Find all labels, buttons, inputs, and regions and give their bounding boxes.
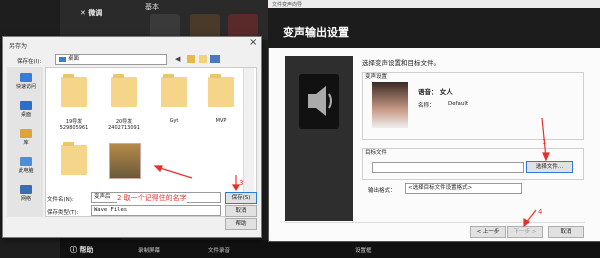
nav-quick-access[interactable]: 快速访问 xyxy=(13,73,39,90)
filetype-select[interactable]: Wave Files xyxy=(91,205,221,216)
file-item-name: 19导发529805961 xyxy=(59,119,89,131)
up-folder-icon[interactable] xyxy=(187,55,195,63)
help-button[interactable]: 帮助 xyxy=(225,218,257,230)
annotation-name-hint: 2 取一个记得住的名字 xyxy=(117,193,187,203)
wizard-header-title: 变声输出设置 xyxy=(283,26,349,39)
name-label: 名称： xyxy=(418,103,435,109)
effect-thumb-1[interactable] xyxy=(150,14,180,38)
folder-icon[interactable] xyxy=(61,74,87,107)
folder-icon[interactable] xyxy=(208,74,234,107)
save-in-label: 保存在(I): xyxy=(17,59,42,65)
next-button[interactable]: 下一步 > xyxy=(507,226,543,238)
voice-row: 语音： 女人 xyxy=(418,88,453,96)
nav-network[interactable]: 网络 xyxy=(13,185,39,202)
speaker-icon xyxy=(299,74,339,129)
network-icon xyxy=(20,185,32,194)
nav-this-pc[interactable]: 此电脑 xyxy=(13,157,39,174)
file-record-button[interactable]: 文件录音 xyxy=(208,246,230,254)
back-nav-icon[interactable]: ◀ xyxy=(175,55,180,63)
wizard-titlebar-text: 文件变声向导 xyxy=(272,2,303,8)
folder-icon[interactable] xyxy=(111,74,137,107)
nav-library[interactable]: 库 xyxy=(13,129,39,146)
select-file-button[interactable]: 选择文件... xyxy=(526,161,573,173)
wizard-side-panel xyxy=(285,56,353,221)
cancel-button[interactable]: 取消 xyxy=(225,205,257,217)
new-folder-icon[interactable] xyxy=(199,55,207,63)
effect-thumb-2[interactable] xyxy=(190,14,220,38)
wizard-subtitle: 选择变声设置和目标文件。 xyxy=(362,59,440,67)
view-menu-icon[interactable] xyxy=(210,55,220,63)
dialog-title: 另存为 xyxy=(9,43,28,50)
library-icon xyxy=(20,129,32,138)
effect-thumb-3[interactable] xyxy=(228,14,258,38)
star-icon xyxy=(20,73,32,82)
wizard-cancel-button[interactable]: 取消 xyxy=(548,226,584,238)
save-as-dialog: 另存为 × 保存在(I): 桌面 ◀ 快速访问 桌面 库 此电脑 网络 19导发… xyxy=(2,36,262,238)
image-folder-icon[interactable] xyxy=(109,143,141,179)
file-item-name: MVP xyxy=(215,118,227,124)
target-file-label: 目标文件 xyxy=(365,150,388,156)
file-item-name: Gyt xyxy=(169,118,179,124)
record-screen-button[interactable]: 录制屏幕 xyxy=(138,246,160,254)
annotation-step-3: 3 xyxy=(239,179,244,187)
nav-desktop[interactable]: 桌面 xyxy=(13,101,39,118)
tab-basic[interactable]: 基本 xyxy=(145,2,159,12)
output-format-select[interactable]: <选择目标文件设置格式> xyxy=(405,183,522,194)
name-value: Default xyxy=(448,101,469,107)
help-menu[interactable]: ⓘ 帮助 xyxy=(70,245,93,255)
settings-frame-button[interactable]: 设置框 xyxy=(355,246,372,254)
target-file-path[interactable] xyxy=(372,162,524,173)
filename-label: 文件名(N): xyxy=(47,197,74,203)
voice-avatar xyxy=(372,82,408,128)
annotation-step-1: 1 xyxy=(542,138,547,146)
footer-divider xyxy=(285,222,585,223)
annotation-step-4: 4 xyxy=(538,208,543,216)
folder-icon[interactable] xyxy=(161,74,187,107)
sidebar-item-tune[interactable]: ✕ 微调 xyxy=(80,8,102,18)
output-format-label: 输出格式： xyxy=(368,188,396,194)
back-button[interactable]: < 上一步 xyxy=(470,226,506,238)
file-item-name: 20导发2402713091 xyxy=(108,119,140,131)
computer-icon xyxy=(20,157,32,166)
save-in-select[interactable]: 桌面 xyxy=(55,54,167,65)
folder-icon[interactable] xyxy=(61,142,87,175)
save-button[interactable]: 保存(S) xyxy=(225,192,257,204)
folder-icon xyxy=(59,57,66,62)
voice-settings-label: 变声设置 xyxy=(365,74,388,80)
desktop-icon xyxy=(20,101,32,110)
close-icon[interactable]: × xyxy=(249,37,257,48)
filetype-label: 保存类型(T): xyxy=(47,210,79,216)
